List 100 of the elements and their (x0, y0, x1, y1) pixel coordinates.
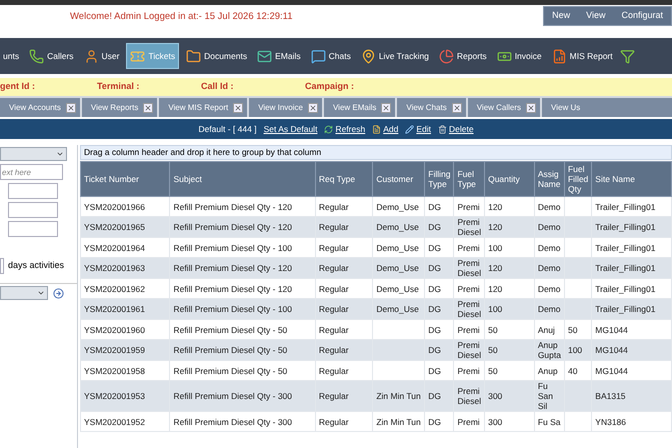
nav-item[interactable]: Callers (26, 43, 77, 69)
column-header[interactable]: Site Name (592, 162, 672, 196)
column-header[interactable]: Fuel Filled Qty (564, 162, 592, 196)
table-cell: 120 (488, 284, 502, 294)
nav-item[interactable]: Reports (436, 43, 490, 69)
column-header[interactable]: Customer (372, 162, 425, 196)
toolbar-link[interactable]: Delete (438, 122, 474, 136)
nav-item[interactable]: MIS Report (548, 43, 616, 69)
table-cell: Premi Diesel (457, 217, 482, 237)
table-cell: DG (428, 222, 442, 232)
table-cell: YSM202001961 (84, 304, 145, 314)
column-header[interactable]: Ticket Number (80, 162, 170, 196)
nav-item[interactable]: Invoice (494, 43, 545, 69)
view-tab[interactable]: View Invoice (249, 98, 322, 117)
close-icon[interactable] (526, 102, 536, 112)
table-cell: Demo (538, 222, 560, 232)
table-cell: Regular (318, 345, 349, 355)
table-cell: Regular (318, 366, 349, 376)
column-header[interactable]: Filling Type (424, 162, 454, 196)
table-cell: Regular (318, 202, 349, 212)
close-icon[interactable] (66, 102, 76, 112)
view-tab[interactable]: View Us (542, 98, 672, 117)
view-tab[interactable]: View Callers (468, 98, 540, 117)
view-tab[interactable]: View EMails (324, 98, 396, 117)
go-icon[interactable] (53, 288, 64, 298)
toolbar-link[interactable]: Refresh (324, 122, 366, 136)
column-header[interactable]: Quantity (484, 162, 534, 196)
table-cell: MG1044 (595, 345, 628, 355)
column-header[interactable]: Req Type (315, 162, 373, 196)
nav-item[interactable]: User (80, 43, 122, 69)
table-cell: 50 (568, 324, 578, 334)
days-field[interactable] (0, 258, 4, 274)
menu-item[interactable]: Configurat (613, 9, 671, 23)
table-cell: 100 (488, 242, 502, 252)
table-cell: Trailer_Filling01 (595, 242, 656, 252)
toolbar-link[interactable]: Set As Default (264, 122, 318, 136)
table-cell: Regular (318, 324, 349, 334)
table-cell: Fu San Sil (538, 381, 553, 411)
toolbar-link[interactable]: Add (372, 122, 398, 136)
pencil-icon (405, 124, 414, 134)
nav-item[interactable]: Chats (308, 43, 354, 69)
nav-item[interactable]: Tickets (126, 43, 180, 69)
table-cell: Demo (538, 202, 560, 212)
nav-item[interactable]: unts (0, 43, 22, 69)
nav-item[interactable]: Documents (183, 43, 250, 69)
table-cell: 50 (488, 345, 498, 355)
info-label: Terminal : (97, 80, 140, 94)
close-icon[interactable] (143, 102, 154, 112)
table-cell: Anup (538, 366, 558, 376)
table-cell: Zin Min Tun (376, 416, 421, 426)
table-cell: Premi (457, 284, 480, 294)
table-cell: Anuj (538, 324, 555, 334)
file-icon (372, 124, 382, 134)
folder-icon (186, 48, 202, 64)
column-header[interactable]: Fuel Type (454, 162, 485, 196)
view-tab[interactable]: View MIS Report (159, 98, 248, 117)
info-label: gent Id : (0, 80, 36, 94)
nav-item[interactable]: EMails (254, 43, 304, 69)
table-cell: Demo (538, 242, 560, 252)
view-tab[interactable]: View Chats (397, 98, 466, 117)
days-label: days activities (8, 259, 64, 272)
close-icon[interactable] (308, 102, 318, 112)
info-label: Campaign : (305, 80, 356, 94)
view-tab[interactable]: View Accounts (0, 98, 80, 117)
table-cell: Premi Diesel (457, 258, 482, 278)
table-cell: Refill Premium Diesel Qty - 300 (173, 391, 292, 401)
user-icon (84, 48, 99, 64)
column-header[interactable]: Subject (170, 162, 316, 196)
table-cell: Regular (318, 263, 349, 273)
input-field[interactable] (8, 183, 58, 199)
toolbar-link[interactable]: Edit (405, 122, 431, 136)
table-cell: 120 (488, 202, 502, 212)
close-icon[interactable] (381, 102, 392, 112)
column-header[interactable]: Assig Name (534, 162, 564, 196)
table-cell: Premi Diesel (457, 299, 482, 319)
nav-item[interactable]: Live Tracking (358, 43, 432, 69)
input-field[interactable] (8, 221, 58, 237)
table-cell: YSM202001960 (84, 324, 145, 334)
trash-icon (438, 124, 447, 134)
table-cell: 120 (488, 263, 502, 273)
menu-item[interactable]: View (578, 9, 614, 23)
close-icon[interactable] (452, 102, 462, 112)
table-cell: Premi (457, 366, 480, 376)
search-field[interactable]: ext here (0, 164, 63, 180)
table-cell: Refill Premium Diesel Qty - 120 (173, 284, 292, 294)
input-field[interactable] (8, 202, 58, 218)
table-cell: Demo_Use (376, 222, 419, 232)
close-icon[interactable] (233, 102, 244, 112)
table-cell: DG (428, 263, 442, 273)
table-cell: 50 (488, 324, 498, 334)
table-cell: DG (428, 324, 442, 334)
table-cell: YSM202001964 (84, 242, 145, 252)
view-tab[interactable]: View Reports (82, 98, 158, 117)
table-cell: Premi (457, 242, 480, 252)
table-cell: Demo_Use (376, 304, 419, 314)
menu-item[interactable]: New (544, 9, 578, 23)
filter-icon[interactable] (620, 48, 635, 64)
table-cell: Regular (318, 416, 349, 426)
phone-icon (29, 48, 44, 64)
table-cell: 50 (488, 366, 498, 376)
